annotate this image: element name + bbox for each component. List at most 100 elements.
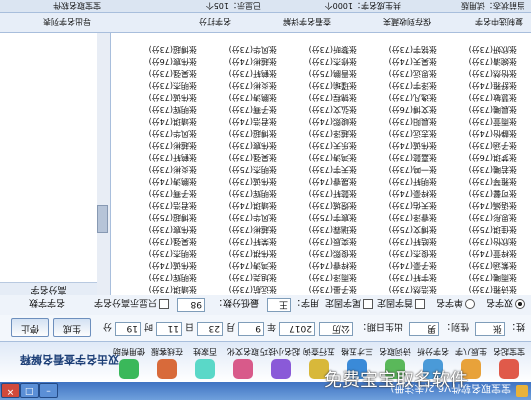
gender-select[interactable]: 男: [409, 322, 439, 336]
name-cell[interactable]: 张昊强(73分): [121, 67, 197, 79]
close-button[interactable]: ✕: [1, 383, 20, 398]
name-cell[interactable]: 张昊天(74分): [361, 55, 437, 67]
name-cell[interactable]: 张明轩(73分): [361, 175, 437, 187]
score-name-button[interactable]: 名字打分: [199, 16, 231, 27]
name-cell[interactable]: 张越泽(73分): [281, 127, 357, 139]
name-cell[interactable]: 张子涵(73分): [441, 139, 517, 151]
name-cell[interactable]: 张伟宸(76分): [121, 55, 197, 67]
name-cell[interactable]: 张诗雅(73分): [441, 283, 517, 295]
name-cell[interactable]: 张可馨(73分): [441, 187, 517, 199]
name-cell[interactable]: 张宸宇(75分): [281, 211, 357, 223]
save-favorites-button[interactable]: 保存到收藏夹: [383, 16, 431, 27]
name-cell[interactable]: 张子豪(74分): [361, 259, 437, 271]
name-cell[interactable]: 张欣妍(73分): [441, 43, 517, 55]
name-cell[interactable]: 张峻熙(74分): [281, 115, 357, 127]
month-select[interactable]: 9: [238, 322, 264, 336]
name-cell[interactable]: 张志远(73分): [361, 127, 437, 139]
name-cell[interactable]: 张锦程(73分): [281, 91, 357, 103]
name-cell[interactable]: 张明杰(75分): [201, 163, 277, 175]
name-cell[interactable]: 张铭宇(73分): [361, 43, 437, 55]
name-cell[interactable]: 张明辉(73分): [121, 271, 197, 283]
name-cell[interactable]: 张伟诚(74分): [361, 139, 437, 151]
name-cell[interactable]: 张明辉(73分): [121, 103, 197, 115]
name-cell[interactable]: 张静怡(74分): [441, 127, 517, 139]
name-cell[interactable]: 张雨泽(73分): [281, 271, 357, 283]
scrollbar-thumb[interactable]: [97, 205, 108, 233]
name-cell[interactable]: 张博文(75分): [361, 223, 437, 235]
vertical-scrollbar[interactable]: [96, 33, 111, 295]
toolbar-button-tips[interactable]: 起名小技巧: [260, 344, 300, 380]
fixed-second-option[interactable]: 尾字固定: [325, 297, 373, 310]
name-cell[interactable]: 张瑾瑜(73分): [281, 79, 357, 91]
name-cell[interactable]: 张靖琪(74分): [121, 115, 197, 127]
name-cell[interactable]: 张炎彬(73分): [201, 79, 277, 91]
name-cell[interactable]: 张博超(73分): [201, 127, 277, 139]
name-cell[interactable]: 张越彬(74分): [201, 55, 277, 67]
name-cell[interactable]: 张文博(76分): [361, 103, 437, 115]
name-cell[interactable]: 张鹤轩(73分): [121, 151, 197, 163]
name-cell[interactable]: 张伟诚(73分): [201, 175, 277, 187]
name-cell[interactable]: 张修杰(73分): [281, 55, 357, 67]
word-input[interactable]: 王: [267, 298, 291, 312]
name-cell[interactable]: 张煜城(73分): [281, 199, 357, 211]
name-cell[interactable]: 张越彬(73分): [201, 223, 277, 235]
name-cell[interactable]: 张靖琪(73分): [121, 283, 197, 295]
name-cell[interactable]: 张子骞(73分): [121, 187, 197, 199]
name-cell[interactable]: 张雅琴(73分): [441, 175, 517, 187]
toolbar-button-baby-name[interactable]: 宝宝起名: [490, 344, 528, 380]
name-cell[interactable]: 张晨曦(73分): [441, 103, 517, 115]
name-cell[interactable]: 张黎昕(73分): [281, 43, 357, 55]
export-list-button[interactable]: 导出名字列表: [43, 16, 91, 27]
name-cell[interactable]: 张越彬(73分): [121, 139, 197, 151]
name-cell[interactable]: 张伟宸(73分): [201, 139, 277, 151]
name-cell[interactable]: 张乐天(73分): [281, 139, 357, 151]
name-cell[interactable]: 张鹤轩(73分): [201, 67, 277, 79]
name-cell[interactable]: 张博超(75分): [121, 211, 197, 223]
name-cell[interactable]: 张风华(73分): [121, 127, 197, 139]
name-cell[interactable]: 张博超(73分): [121, 43, 197, 55]
single-char-option[interactable]: 单字名: [436, 297, 475, 310]
name-cell[interactable]: 张语嫣(74分): [441, 199, 517, 211]
name-cell[interactable]: 张皓轩(73分): [361, 235, 437, 247]
name-cell[interactable]: 张懿轩(73分): [281, 187, 357, 199]
name-cell[interactable]: 张荣轩(73分): [201, 235, 277, 247]
name-cell[interactable]: 张梓萱(74分): [441, 247, 517, 259]
name-cell[interactable]: 张鸿涛(74分): [201, 259, 277, 271]
minute-select[interactable]: 19: [115, 322, 141, 336]
name-cell[interactable]: 张慧敏(73分): [441, 91, 517, 103]
name-cell[interactable]: 张晋鹏(75分): [281, 67, 357, 79]
name-cell[interactable]: 张君浩(73分): [121, 199, 197, 211]
name-cell[interactable]: 张伟诚(74分): [121, 259, 197, 271]
copy-name-button[interactable]: 复制选中名字: [475, 16, 523, 27]
name-cell[interactable]: 张晨阳(73分): [361, 115, 437, 127]
name-cell[interactable]: 张伟宸(73分): [121, 223, 197, 235]
name-cell[interactable]: 张梦琪(76分): [441, 151, 517, 163]
name-cell[interactable]: 张鹏涛(74分): [121, 175, 197, 187]
name-cell[interactable]: 张伟诚(73分): [121, 91, 197, 103]
name-cell[interactable]: 张俊杰(73分): [361, 247, 437, 259]
name-cell[interactable]: 张宇轩(73分): [361, 271, 437, 283]
view-detail-button[interactable]: 查看名字详解: [283, 16, 331, 27]
name-cell[interactable]: 张雨萱(73分): [441, 115, 517, 127]
name-cell[interactable]: 张天佑(73分): [361, 199, 437, 211]
name-cell[interactable]: 张明杰(73分): [121, 79, 197, 91]
name-cell[interactable]: 张伟祺(73分): [201, 247, 277, 259]
high-score-filter[interactable]: 只显示高分名字: [94, 297, 169, 310]
name-cell[interactable]: 张旭尧(73分): [201, 271, 277, 283]
name-cell[interactable]: 张婉清(73分): [441, 55, 517, 67]
name-cell[interactable]: 张思彤(73分): [441, 211, 517, 223]
name-cell[interactable]: 张子墨(73分): [281, 283, 357, 295]
day-select[interactable]: 23: [197, 322, 223, 336]
name-cell[interactable]: 张鸿涛(73分): [281, 151, 357, 163]
name-cell[interactable]: 张远航(73分): [201, 283, 277, 295]
name-cell[interactable]: 张君浩(74分): [201, 115, 277, 127]
name-cell[interactable]: 张子骞(73分): [201, 103, 277, 115]
two-char-option[interactable]: 双字名: [486, 297, 525, 310]
min-score-input[interactable]: 98: [177, 298, 205, 312]
name-cell[interactable]: 张鹏涛(73分): [201, 91, 277, 103]
fixed-first-option[interactable]: 首字固定: [377, 297, 425, 310]
maximize-button[interactable]: □: [20, 383, 39, 398]
name-cell[interactable]: 张若曦(73分): [441, 163, 517, 175]
name-cell[interactable]: 张靖琪(74分): [201, 199, 277, 211]
name-cell[interactable]: 张炎彬(73分): [121, 163, 197, 175]
